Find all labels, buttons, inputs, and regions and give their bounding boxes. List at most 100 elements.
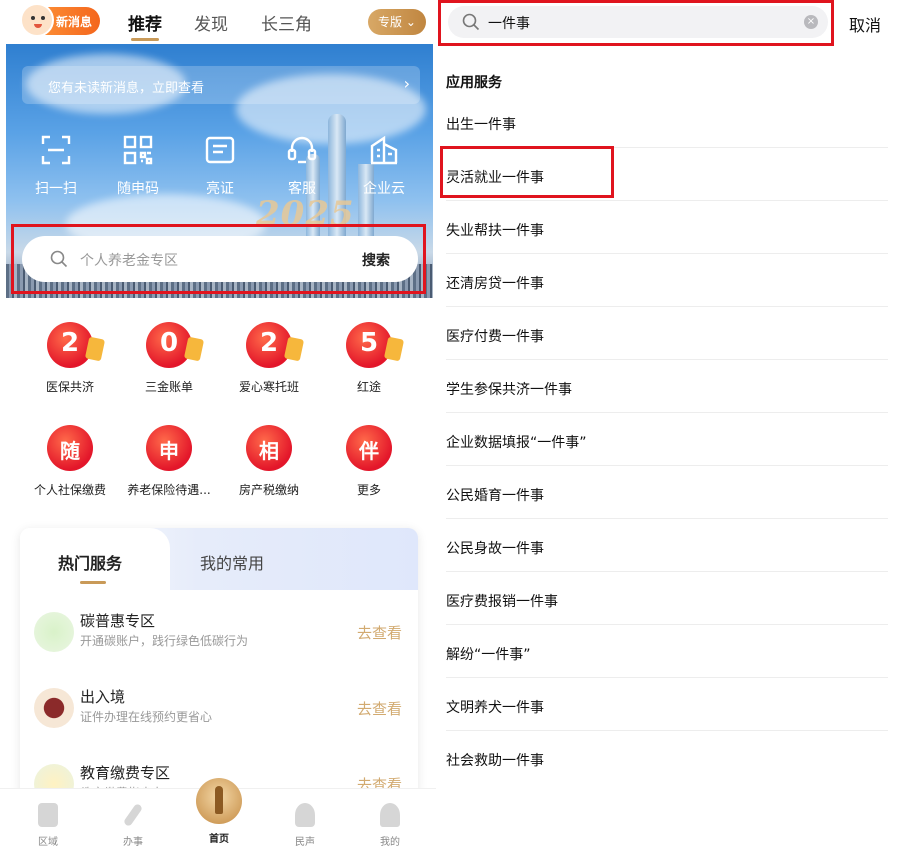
mascot-icon [20,3,54,37]
quick-action-label: 随申码 [117,181,159,197]
edition-label: 专版 [378,15,403,29]
service-item-subtitle: 证件办理在线预约更省心 [80,710,213,724]
qr-code-icon [123,135,153,165]
service-icon: 申 [146,425,192,471]
result-label: 学生参保共济一件事 [446,382,572,398]
service-icon: 2 [246,322,305,368]
result-label: 还清房贷一件事 [446,276,544,292]
result-item[interactable]: 解纷“一件事” [446,625,888,678]
service-property-tax[interactable]: 相 房产税缴纳 [221,425,317,498]
result-label: 医疗付费一件事 [446,329,544,345]
highlight-annotation-search-input [438,0,834,46]
nav-home-label[interactable]: 首页 [196,830,242,845]
cancel-button[interactable]: 取消 [849,12,881,36]
service-social-insurance-payment[interactable]: 随 个人社保缴费 [22,425,118,498]
result-item[interactable]: 失业帮扶一件事 [446,201,888,254]
result-item[interactable]: 还清房贷一件事 [446,254,888,307]
service-label: 红途 [356,380,381,394]
service-icon: 相 [246,425,292,471]
enterprise-cloud-icon [370,135,398,165]
region-icon [38,803,58,827]
result-label: 文明养犬一件事 [446,700,544,716]
service-icon-glyph: 相 [259,439,279,463]
profile-icon [380,803,400,827]
chevron-down-icon: ⌄ [402,15,416,29]
result-label: 出生一件事 [446,117,516,133]
service-icon: 0 [146,322,205,368]
result-label: 医疗费报销一件事 [446,594,558,610]
service-medical-mutual-aid[interactable]: 2 医保共济 [22,322,118,395]
tab-recommend[interactable]: 推荐 [128,10,162,35]
result-item[interactable]: 企业数据填报“一件事” [446,413,888,466]
result-label: 企业数据填报“一件事” [446,435,587,451]
nav-label: 民声 [295,837,315,848]
active-tab-indicator [131,38,159,41]
service-label: 养老保险待遇... [127,483,211,497]
tab-my-common[interactable]: 我的常用 [200,550,264,574]
service-pension-benefits[interactable]: 申 养老保险待遇... [121,425,217,498]
quick-action-id-card[interactable]: 亮证 [185,134,255,198]
active-tab-indicator [80,581,106,584]
result-label: 公民婚育一件事 [446,488,544,504]
hot-services-card: 热门服务 我的常用 碳普惠专区 开通碳账户，践行绿色低碳行为 去查看 出入境 证… [20,528,418,798]
quick-action-customer-service[interactable]: 客服 [267,134,337,198]
result-item[interactable]: 公民身故一件事 [446,519,888,572]
home-icon[interactable] [196,778,242,824]
voice-icon [295,803,315,827]
view-link[interactable]: 去查看 [357,698,402,719]
service-label: 房产税缴纳 [238,483,299,497]
nav-label: 我的 [380,837,400,848]
tab-discover[interactable]: 发现 [194,10,228,35]
top-bar: 新消息 推荐 发现 长三角 专版 ⌄ [0,0,436,44]
result-label: 失业帮扶一件事 [446,223,544,239]
unread-notice-bar[interactable]: 您有未读新消息，立即查看 › [22,66,420,104]
service-winter-care-class[interactable]: 2 爱心寒托班 [221,322,317,395]
nav-service[interactable]: 办事 [113,802,153,848]
carbon-logo-icon [34,612,74,652]
service-label: 爱心寒托班 [238,380,299,394]
quick-action-qr-code[interactable]: 随申码 [103,134,173,198]
service-item-title: 教育缴费专区 [80,764,171,782]
service-three-funds-bill[interactable]: 0 三金账单 [121,322,217,395]
nav-label: 区域 [38,837,58,848]
service-icon: 随 [47,425,93,471]
search-results-screen: 一件事 × 取消 应用服务 出生一件事 灵活就业一件事 失业帮扶一件事 还清房贷… [436,0,900,856]
chevron-right-icon: › [403,74,410,93]
result-item[interactable]: 文明养犬一件事 [446,678,888,731]
tab-hot-services[interactable]: 热门服务 [58,550,122,574]
service-icon-glyph: 申 [159,439,179,463]
home-screen: 新消息 推荐 发现 长三角 专版 ⌄ 2025 您有未读新消息，立即查看 › 扫… [0,0,436,856]
result-item[interactable]: 医疗费报销一件事 [446,572,888,625]
tab-yangtze-delta[interactable]: 长三角 [261,10,312,35]
edition-dropdown[interactable]: 专版 ⌄ [368,9,426,35]
nav-region[interactable]: 区域 [28,803,68,848]
service-more[interactable]: 伴 更多 [321,425,417,498]
service-item-exit-entry[interactable]: 出入境 证件办理在线预约更省心 去查看 [20,678,418,748]
unread-notice-text: 您有未读新消息，立即查看 [48,81,205,96]
customer-service-icon [287,136,317,164]
quick-action-enterprise-cloud[interactable]: 企业云 [349,134,419,198]
service-icon: 伴 [346,425,392,471]
new-message-label: 新消息 [56,15,93,29]
quick-action-label: 亮证 [206,181,234,197]
service-item-carbon[interactable]: 碳普惠专区 开通碳账户，践行绿色低碳行为 去查看 [20,602,418,672]
service-item-subtitle: 开通碳账户，践行绿色低碳行为 [80,634,249,648]
view-link[interactable]: 去查看 [357,622,402,643]
service-icon [122,802,144,828]
nav-profile[interactable]: 我的 [370,803,410,848]
result-item[interactable]: 出生一件事 [446,95,888,148]
nav-label: 办事 [123,837,143,848]
result-item[interactable]: 社会救助一件事 [446,731,888,784]
passport-icon [34,688,74,728]
quick-action-scan[interactable]: 扫一扫 [21,134,91,198]
result-label: 解纷“一件事” [446,647,531,663]
service-red-route[interactable]: 5 红途 [321,322,417,395]
service-icon: 5 [346,322,405,368]
highlight-annotation-result [440,146,614,198]
nav-voice[interactable]: 民声 [285,803,325,848]
result-item[interactable]: 学生参保共济一件事 [446,360,888,413]
new-message-badge[interactable]: 新消息 [20,3,100,37]
result-item[interactable]: 公民婚育一件事 [446,466,888,519]
screenshot-stage: 新消息 推荐 发现 长三角 专版 ⌄ 2025 您有未读新消息，立即查看 › 扫… [0,0,900,856]
result-item[interactable]: 医疗付费一件事 [446,307,888,360]
